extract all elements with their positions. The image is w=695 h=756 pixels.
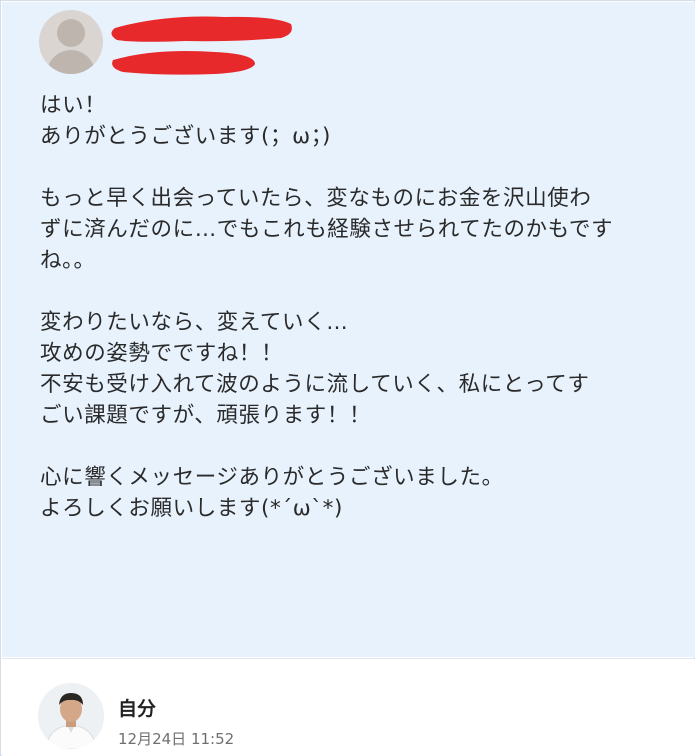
message-line: 変わりたいなら、変えていく… [40, 310, 349, 335]
message-line: もっと早く出会っていたら、変なものにお金を沢山使わ [40, 186, 592, 211]
reply-author-name: 自分 [118, 698, 157, 720]
message-line [40, 431, 680, 462]
redacted-sender-name [111, 16, 292, 75]
received-message-card: はい！ ありがとうございます(；ω；) もっと早く出会っていたら、変なものにお金… [2, 2, 695, 657]
message-line: 攻めの姿勢でですね！！ [40, 341, 284, 366]
message-line: よろしくお願いします(*´ω`*) [40, 496, 343, 521]
message-line: ずに済んだのに…でもこれも経験させられてたのかもです [40, 217, 614, 242]
own-reply-card[interactable]: 自分 12月24日 11:52 [2, 658, 695, 756]
user-photo-avatar[interactable] [38, 683, 104, 749]
conversation-view: はい！ ありがとうございます(；ω；) もっと早く出会っていたら、変なものにお金… [0, 0, 695, 756]
default-user-avatar-icon[interactable] [39, 10, 103, 74]
message-body: はい！ ありがとうございます(；ω；) もっと早く出会っていたら、変なものにお金… [40, 90, 680, 524]
message-line: 心に響くメッセージありがとうございました。 [40, 465, 504, 490]
reply-timestamp: 12月24日 11:52 [118, 730, 235, 748]
avatar-body-shape [47, 50, 95, 74]
message-line: ありがとうございます(；ω；) [40, 124, 332, 149]
message-line [40, 276, 680, 307]
message-line [40, 152, 680, 183]
message-line: ごい課題ですが、頑張ります！！ [40, 403, 372, 428]
message-line: ね。。 [40, 248, 96, 273]
avatar-head-shape [57, 19, 85, 47]
person-photo-icon [38, 683, 104, 749]
message-line: はい！ [40, 93, 107, 118]
message-line: 不安も受け入れて波のように流していく、私にとってす [40, 372, 590, 397]
